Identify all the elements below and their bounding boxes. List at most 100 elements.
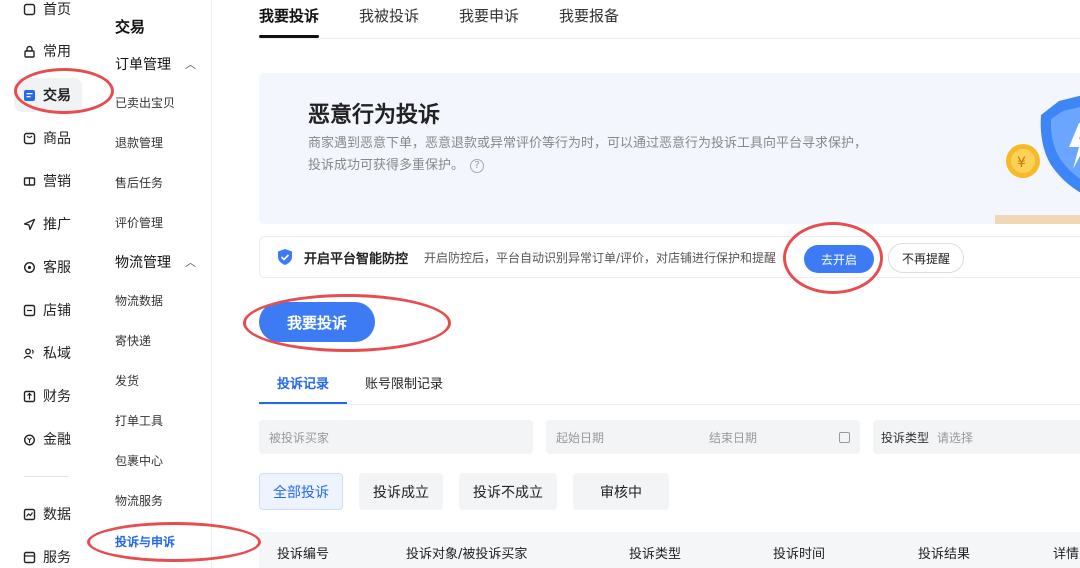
box-icon (22, 131, 36, 145)
nav-data[interactable]: 数据 (14, 497, 82, 531)
end-date-field[interactable]: 结束日期 (709, 429, 757, 446)
enable-protection-button[interactable]: 去开启 (804, 245, 874, 273)
complaint-type-label: 投诉类型 (881, 430, 930, 445)
nav-goods-label: 商品 (43, 131, 71, 147)
tab-account-restriction-records[interactable]: 账号限制记录 (347, 362, 461, 404)
finance-icon (22, 389, 36, 403)
sidebar-item-sold[interactable]: 已卖出宝贝 (115, 94, 175, 111)
nav-private[interactable]: 私域 (14, 336, 82, 370)
page: 首页 常用 交易 商品 营销 推广 客服 店铺 私域 财务 金融 数据 服务 交… (0, 0, 1080, 568)
column-header-result: 投诉结果 (918, 547, 971, 562)
nav-common-label: 常用 (43, 44, 71, 60)
lock-icon (22, 44, 36, 58)
intro-banner: 恶意行为投诉 商家遇到恶意下单，恶意退款或异常评价等行为时，可以通过恶意行为投诉… (259, 73, 1080, 224)
sidebar-item-logistics-data[interactable]: 物流数据 (115, 292, 163, 309)
column-header-id: 投诉编号 (277, 547, 330, 562)
start-date-field[interactable]: 起始日期 (556, 429, 604, 446)
nav-common[interactable]: 常用 (14, 34, 82, 68)
subtabs-divider (259, 404, 1080, 405)
filter-rejected[interactable]: 投诉不成立 (459, 473, 557, 510)
service-icon (22, 550, 36, 564)
complaint-type-select[interactable]: 投诉类型 请选择 (873, 420, 1080, 454)
nav-divider (24, 476, 68, 477)
headset-icon (22, 260, 36, 274)
nav-service-label: 服务 (43, 550, 71, 566)
column-header-target: 投诉对象/被投诉买家 (406, 547, 528, 562)
nav-service[interactable]: 服务 (14, 540, 82, 568)
nav-customer-service[interactable]: 客服 (14, 250, 82, 284)
dismiss-reminder-button[interactable]: 不再提醒 (888, 243, 964, 273)
table-header: 投诉编号 投诉对象/被投诉买家 投诉类型 投诉时间 投诉结果 详情 (259, 532, 1080, 568)
sidebar-item-aftersale[interactable]: 售后任务 (115, 174, 163, 191)
users-icon (22, 346, 36, 360)
tabs-divider (259, 38, 1080, 39)
sidebar-item-complaints[interactable]: 投诉与申诉 (115, 533, 175, 550)
top-tabs: 我要投诉 我被投诉 我要申诉 我要报备 (259, 0, 619, 38)
filter-upheld[interactable]: 投诉成立 (359, 473, 443, 510)
shield-illustration-icon: ¥ (995, 95, 1080, 224)
nav-trade[interactable]: 交易 (14, 78, 82, 112)
sidebar-item-ship[interactable]: 发货 (115, 372, 139, 389)
primary-sidebar: 首页 常用 交易 商品 营销 推广 客服 店铺 私域 财务 金融 数据 服务 (0, 0, 92, 568)
sidebar-item-refund[interactable]: 退款管理 (115, 134, 163, 151)
status-filters: 全部投诉 投诉成立 投诉不成立 审核中 (259, 473, 669, 510)
document-icon (22, 88, 36, 102)
nav-banking-label: 金融 (43, 432, 71, 448)
record-tabs: 投诉记录 账号限制记录 (259, 362, 461, 404)
tab-received-complaints[interactable]: 我被投诉 (359, 0, 419, 38)
date-range-picker[interactable]: 起始日期 结束日期 (546, 420, 860, 454)
secondary-sidebar-title: 交易 (115, 18, 146, 36)
buyer-search-input[interactable]: 被投诉买家 (259, 420, 533, 454)
tab-complaint-records[interactable]: 投诉记录 (259, 362, 348, 404)
tab-file-complaint[interactable]: 我要投诉 (259, 0, 320, 38)
sidebar-item-logistics-service[interactable]: 物流服务 (115, 492, 163, 509)
file-complaint-button[interactable]: 我要投诉 (259, 302, 375, 342)
nav-private-label: 私域 (43, 346, 71, 362)
order-management-group[interactable]: 订单管理 ︿ (115, 54, 196, 74)
calendar-icon[interactable] (839, 431, 850, 443)
nav-marketing-label: 营销 (43, 174, 71, 190)
filter-all[interactable]: 全部投诉 (259, 473, 343, 510)
coin-icon (22, 432, 36, 446)
filter-reviewing[interactable]: 审核中 (573, 473, 669, 510)
shield-check-icon (278, 249, 292, 265)
notice-description: 开启防控后，平台自动识别异常订单/评价，对店铺进行保护和提醒 (424, 250, 777, 265)
notice-title: 开启平台智能防控 (304, 251, 409, 267)
sidebar-item-reviews[interactable]: 评价管理 (115, 214, 163, 231)
chart-icon (22, 507, 36, 521)
nav-home[interactable]: 首页 (14, 0, 82, 26)
nav-marketing[interactable]: 营销 (14, 164, 82, 198)
main-content: 我要投诉 我被投诉 我要申诉 我要报备 恶意行为投诉 商家遇到恶意下单，恶意退款… (212, 0, 1080, 568)
nav-banking[interactable]: 金融 (14, 422, 82, 456)
sidebar-item-parcel-center[interactable]: 包裹中心 (115, 452, 163, 469)
tab-report[interactable]: 我要报备 (559, 0, 619, 38)
chevron-up-icon: ︿ (185, 256, 196, 269)
chevron-up-icon: ︿ (185, 58, 196, 71)
complaint-type-placeholder: 请选择 (937, 430, 974, 445)
sidebar-item-send-express[interactable]: 寄快递 (115, 332, 151, 349)
logistics-management-label: 物流管理 (115, 255, 171, 271)
column-header-type: 投诉类型 (629, 547, 682, 562)
nav-goods[interactable]: 商品 (14, 121, 82, 155)
svg-text:¥: ¥ (1017, 155, 1026, 171)
sidebar-item-print-tool[interactable]: 打单工具 (115, 412, 163, 429)
nav-promotion[interactable]: 推广 (14, 207, 82, 241)
order-management-label: 订单管理 (115, 57, 171, 73)
ticket-icon (22, 174, 36, 188)
banner-description-text: 商家遇到恶意下单，恶意退款或异常评价等行为时，可以通过恶意行为投诉工具向平台寻求… (308, 136, 868, 173)
send-icon (22, 217, 36, 231)
nav-trade-label: 交易 (43, 88, 71, 104)
nav-promotion-label: 推广 (43, 217, 71, 233)
banner-title: 恶意行为投诉 (308, 103, 441, 128)
nav-store[interactable]: 店铺 (14, 293, 82, 327)
nav-customer-service-label: 客服 (43, 260, 71, 276)
banner-description: 商家遇到恶意下单，恶意退款或异常评价等行为时，可以通过恶意行为投诉工具向平台寻求… (308, 133, 868, 177)
smart-protection-notice: 开启平台智能防控 开启防控后，平台自动识别异常订单/评价，对店铺进行保护和提醒 … (259, 236, 1080, 278)
nav-finance[interactable]: 财务 (14, 379, 82, 413)
store-icon (22, 303, 36, 317)
help-icon[interactable]: ? (470, 158, 485, 173)
logistics-management-group[interactable]: 物流管理 ︿ (115, 252, 196, 272)
home-icon (22, 2, 36, 16)
tab-appeal[interactable]: 我要申诉 (459, 0, 519, 38)
secondary-sidebar: 交易 订单管理 ︿ 已卖出宝贝 退款管理 售后任务 评价管理 物流管理 ︿ 物流… (92, 0, 212, 568)
